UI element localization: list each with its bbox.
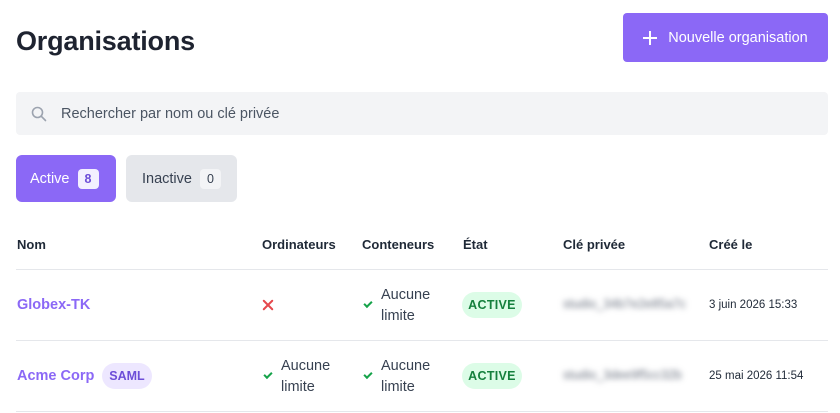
check-icon [363, 298, 373, 309]
status-badge: ACTIVE [462, 363, 522, 389]
containers-limit: Aucune limite [381, 358, 431, 395]
check-icon [363, 369, 373, 380]
organization-name-link[interactable]: Acme Corp [17, 368, 94, 384]
search-input[interactable] [61, 105, 761, 122]
tab-active-label: Active [30, 170, 70, 187]
saml-badge: SAML [102, 363, 152, 389]
created-date: 3 juin 2026 15:33 [709, 299, 798, 311]
column-header-name[interactable]: Nom [17, 237, 46, 252]
private-key-value: studio_34b7e2e85a7c [563, 297, 687, 311]
containers-limit: Aucune limite [381, 287, 431, 324]
table-divider [16, 269, 828, 270]
check-icon [263, 369, 273, 380]
close-icon [262, 299, 274, 311]
created-date: 25 mai 2026 11:54 [709, 370, 804, 382]
column-header-computers[interactable]: Ordinateurs [262, 237, 336, 252]
column-header-private-key[interactable]: Clé privée [563, 237, 625, 252]
tab-active-count: 8 [77, 168, 99, 189]
search-icon [31, 106, 47, 121]
organization-name-link[interactable]: Globex-TK [17, 297, 90, 313]
status-badge: ACTIVE [462, 292, 522, 318]
table-divider [16, 411, 828, 412]
tab-inactive-label: Inactive [142, 170, 192, 187]
new-organization-label: Nouvelle organisation [668, 29, 808, 46]
page-title: Organisations [16, 26, 195, 56]
tab-inactive-count: 0 [199, 168, 221, 189]
private-key-value: studio_3dee9f5cc32b [563, 368, 682, 382]
new-organization-button[interactable]: Nouvelle organisation [623, 13, 828, 62]
column-header-containers[interactable]: Conteneurs [362, 237, 434, 252]
computers-limit: Aucune limite [281, 358, 331, 395]
column-header-created[interactable]: Créé le [709, 237, 752, 252]
tab-inactive[interactable]: Inactive 0 [126, 155, 237, 202]
plus-icon [643, 30, 658, 45]
tab-active[interactable]: Active 8 [16, 155, 116, 202]
table-divider [16, 340, 828, 341]
column-header-status[interactable]: État [463, 237, 488, 252]
search-bar[interactable] [16, 92, 828, 135]
